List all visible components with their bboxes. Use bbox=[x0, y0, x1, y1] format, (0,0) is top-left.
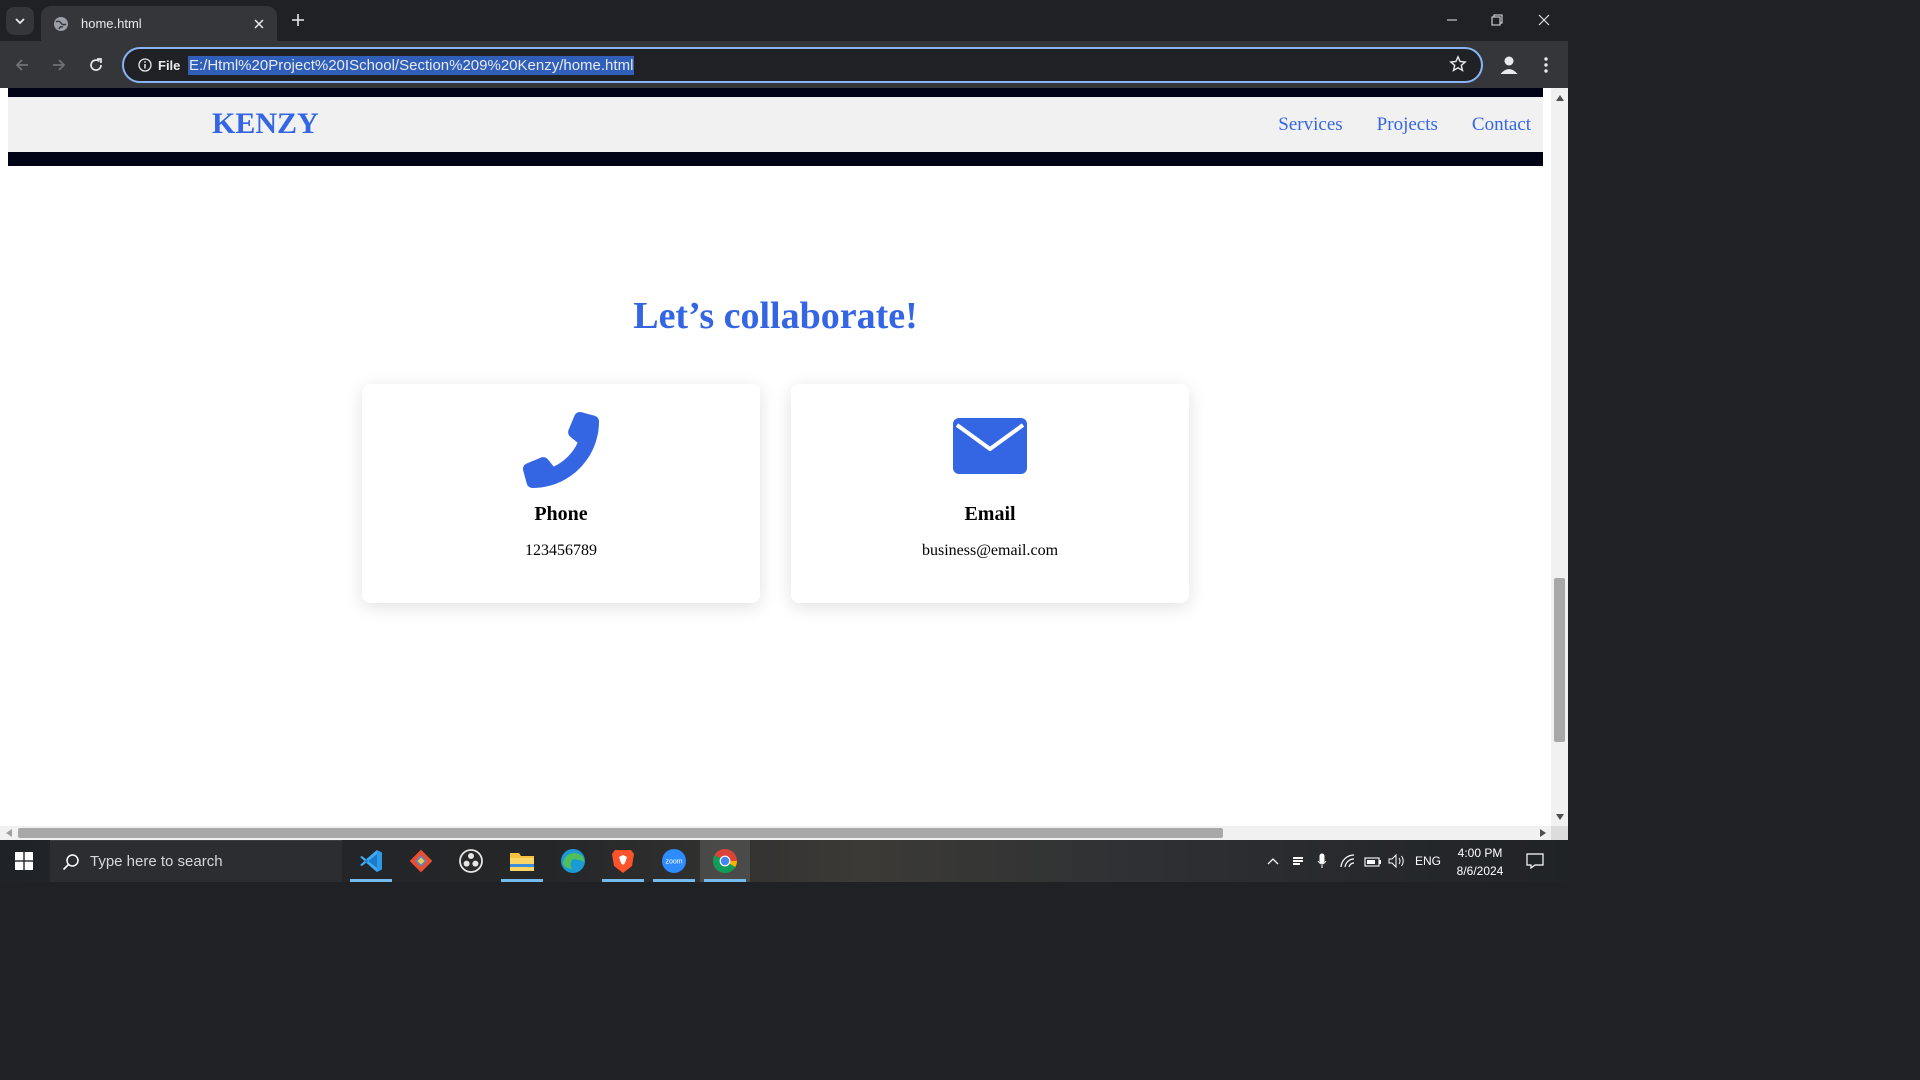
vertical-scroll-thumb[interactable] bbox=[1554, 578, 1565, 742]
close-icon bbox=[1538, 14, 1550, 26]
file-explorer-icon[interactable] bbox=[497, 840, 547, 882]
header-top-border bbox=[8, 88, 1543, 97]
vertical-scrollbar[interactable] bbox=[1551, 88, 1568, 826]
taskbar-search-placeholder: Type here to search bbox=[90, 853, 223, 870]
site-info-chip[interactable]: File bbox=[132, 54, 186, 76]
site-logo[interactable]: KENZY bbox=[212, 107, 319, 141]
zoom-icon[interactable]: zoom bbox=[649, 840, 699, 882]
edge-icon[interactable] bbox=[548, 840, 598, 882]
horizontal-scroll-thumb[interactable] bbox=[18, 828, 1223, 838]
phone-icon bbox=[362, 412, 760, 488]
nav-link-services[interactable]: Services bbox=[1278, 114, 1342, 136]
restore-button[interactable] bbox=[1484, 8, 1510, 32]
clock-time: 4:00 PM bbox=[1457, 846, 1503, 860]
page-viewport: KENZY Services Projects Contact Let’s co… bbox=[0, 88, 1551, 826]
profile-icon[interactable] bbox=[1497, 53, 1521, 77]
phone-card-title: Phone bbox=[534, 503, 588, 525]
start-button[interactable] bbox=[0, 840, 48, 882]
brave-icon[interactable] bbox=[598, 840, 648, 882]
input-language-label: ENG bbox=[1414, 854, 1441, 868]
notifications-icon[interactable] bbox=[1521, 840, 1549, 882]
windows-logo-icon bbox=[15, 852, 33, 870]
nav-link-projects[interactable]: Projects bbox=[1377, 114, 1438, 136]
site-header: KENZY Services Projects Contact bbox=[8, 88, 1543, 166]
back-button[interactable] bbox=[9, 52, 35, 78]
close-window-button[interactable] bbox=[1531, 8, 1557, 32]
windows-taskbar: Type here to search zoom ENG 4:00 PM 8/6… bbox=[0, 840, 1568, 882]
contact-headline: Let’s collaborate! bbox=[633, 295, 918, 337]
scroll-left-arrow-icon bbox=[6, 829, 12, 837]
reload-button[interactable] bbox=[83, 52, 109, 78]
menu-dots-icon[interactable] bbox=[1538, 53, 1554, 77]
clock-date: 8/6/2024 bbox=[1456, 864, 1504, 878]
system-clock[interactable]: 4:00 PM 8/6/2024 bbox=[1448, 844, 1512, 880]
battery-icon[interactable] bbox=[1362, 840, 1384, 882]
phone-number: 123456789 bbox=[525, 542, 597, 559]
header-bottom-border bbox=[8, 152, 1543, 166]
minimize-icon bbox=[1447, 19, 1457, 21]
obs-icon[interactable] bbox=[446, 840, 496, 882]
show-hidden-icons-chevron-icon[interactable] bbox=[1262, 840, 1284, 882]
taskbar-search[interactable]: Type here to search bbox=[50, 840, 342, 882]
new-tab-button[interactable] bbox=[288, 10, 308, 30]
wifi-icon[interactable] bbox=[1337, 840, 1359, 882]
browser-toolbar: File E:/Html%20Project%20ISchool/Section… bbox=[0, 41, 1568, 88]
envelope-icon bbox=[791, 418, 1189, 474]
git-icon[interactable] bbox=[396, 840, 446, 882]
scrollbar-corner bbox=[1551, 826, 1568, 840]
volume-icon[interactable] bbox=[1386, 840, 1408, 882]
plus-icon bbox=[291, 13, 305, 27]
minimize-button[interactable] bbox=[1439, 8, 1465, 32]
browser-tab[interactable]: home.html bbox=[41, 6, 277, 41]
phone-card: Phone 123456789 bbox=[362, 384, 760, 603]
chevron-down-icon bbox=[14, 15, 26, 27]
scroll-down-arrow-icon[interactable] bbox=[1555, 812, 1564, 821]
arrow-right-icon bbox=[53, 59, 66, 71]
task-list-icon[interactable] bbox=[1289, 840, 1307, 882]
tab-search-button[interactable] bbox=[6, 7, 34, 35]
input-language[interactable]: ENG bbox=[1412, 840, 1444, 882]
close-tab-icon[interactable] bbox=[251, 16, 267, 32]
chrome-icon[interactable] bbox=[700, 840, 750, 882]
zoom-label: zoom bbox=[665, 859, 682, 866]
tab-title: home.html bbox=[81, 16, 142, 31]
reload-icon bbox=[90, 58, 102, 71]
nav-links: Services Projects Contact bbox=[1278, 114, 1531, 136]
email-card-title: Email bbox=[964, 503, 1016, 525]
info-icon bbox=[138, 58, 152, 72]
forward-button[interactable] bbox=[46, 52, 72, 78]
url-text[interactable]: E:/Html%20Project%20ISchool/Section%209%… bbox=[188, 56, 635, 75]
scroll-right-arrow-icon bbox=[1540, 829, 1546, 837]
globe-icon bbox=[53, 16, 69, 32]
email-address: business@email.com bbox=[921, 542, 1059, 559]
horizontal-scrollbar[interactable] bbox=[0, 826, 1551, 840]
restore-icon bbox=[1491, 14, 1503, 26]
nav-link-contact[interactable]: Contact bbox=[1472, 114, 1531, 136]
vscode-icon[interactable] bbox=[346, 840, 396, 882]
microphone-icon[interactable] bbox=[1313, 840, 1331, 882]
search-icon bbox=[62, 853, 79, 870]
site-navbar: KENZY Services Projects Contact bbox=[8, 97, 1543, 152]
arrow-left-icon bbox=[15, 59, 28, 71]
address-bar[interactable]: File E:/Html%20Project%20ISchool/Section… bbox=[122, 47, 1483, 83]
tab-strip: home.html bbox=[0, 0, 1568, 41]
email-card: Email business@email.com bbox=[791, 384, 1189, 603]
site-chip-label: File bbox=[158, 57, 181, 73]
bookmark-star-icon[interactable] bbox=[1449, 55, 1467, 73]
scroll-up-arrow-icon[interactable] bbox=[1555, 93, 1564, 102]
